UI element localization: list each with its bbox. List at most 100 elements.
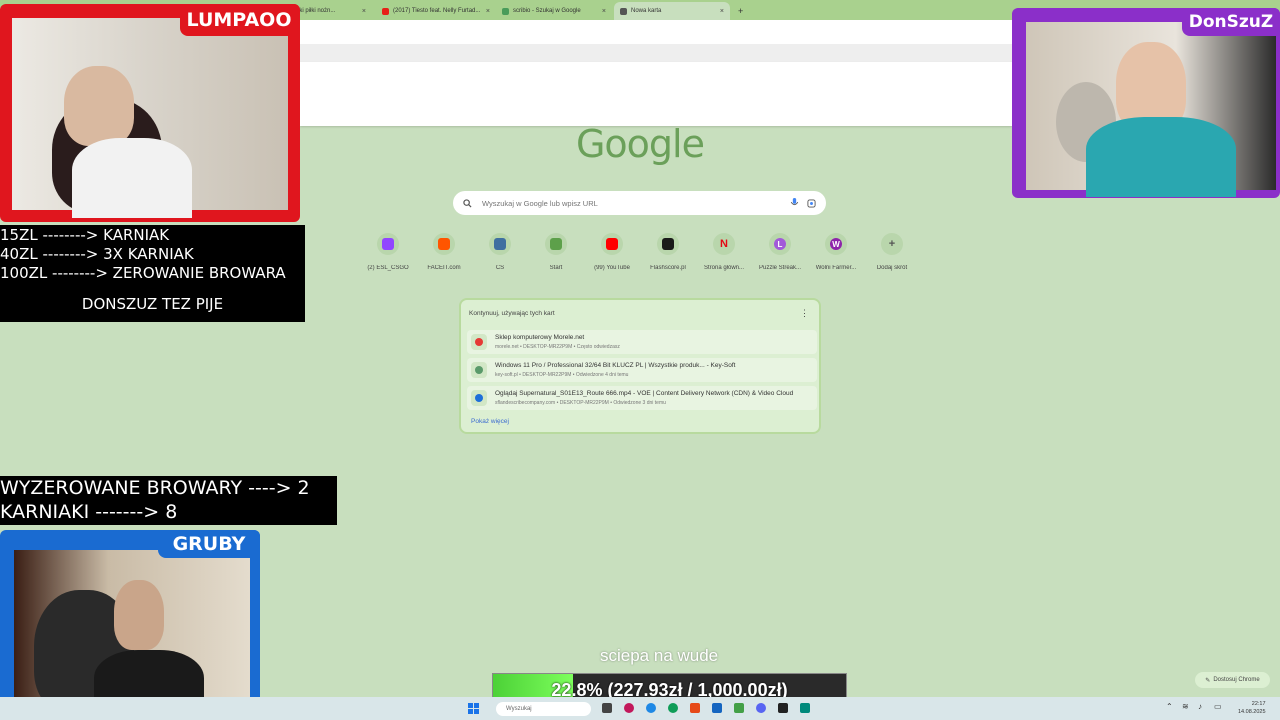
voe-icon — [471, 390, 487, 406]
windows-start-icon[interactable] — [468, 703, 479, 714]
webcam-feed — [1026, 22, 1276, 197]
app-icon[interactable] — [624, 703, 634, 713]
continue-item-title: Sklep komputerowy Morele.net — [495, 334, 585, 341]
continue-header: Kontynuuj, używając tych kart — [469, 310, 555, 317]
chrome-icon[interactable] — [668, 703, 678, 713]
shortcut-tile[interactable]: + Dodaj skrót — [864, 233, 920, 271]
search-icon — [463, 198, 472, 208]
person-body — [72, 138, 192, 218]
mic-icon[interactable] — [790, 198, 799, 208]
store-icon[interactable] — [712, 703, 722, 713]
start-icon — [550, 238, 562, 250]
devtools-panel — [300, 62, 1012, 126]
search-box[interactable] — [453, 191, 826, 215]
browser-tab[interactable]: (2017) Tiesto feat. Nelly Furtad... × — [376, 2, 496, 20]
browser-toolbar — [300, 20, 1012, 44]
shortcut-tile[interactable]: (99) YouTube — [584, 233, 640, 271]
tray-chevron-icon[interactable]: ⌃ — [1166, 702, 1173, 711]
keysoft-icon — [471, 362, 487, 378]
person-head — [64, 66, 134, 146]
shortcut-icon-circle — [489, 233, 511, 255]
app-icon[interactable] — [690, 703, 700, 713]
show-more-link[interactable]: Pokaż więcej — [471, 418, 509, 425]
task-view-icon[interactable] — [602, 703, 612, 713]
taskbar-search[interactable]: Wyszukaj — [496, 702, 591, 716]
shortcut-label: Start — [549, 265, 563, 271]
continue-card: Kontynuuj, używając tych kart ⋮ Sklep ko… — [459, 298, 821, 434]
edge-icon[interactable] — [646, 703, 656, 713]
shortcut-icon-circle: W — [825, 233, 847, 255]
shortcut-tile[interactable]: CS — [472, 233, 528, 271]
customize-chrome-button[interactable]: ✎ Dostosuj Chrome — [1195, 672, 1270, 688]
price-item: 100ZL --------> ZEROWANIE BROWARA — [0, 264, 286, 282]
close-tab-icon[interactable]: × — [486, 8, 490, 15]
browser-tab[interactable]: scribio - Szukaj w Google × — [496, 2, 612, 20]
shortcut-tile[interactable]: Start — [528, 233, 584, 271]
volume-icon[interactable]: ♪ — [1198, 702, 1202, 711]
continue-item[interactable]: Sklep komputerowy Morele.net morele.net •… — [467, 330, 817, 354]
network-icon[interactable]: ≋ — [1182, 702, 1189, 711]
app-icon[interactable] — [800, 703, 810, 713]
shortcut-label: (99) YouTube — [594, 265, 630, 271]
webcam-feed — [12, 18, 288, 218]
continue-item[interactable]: Windows 11 Pro / Professional 32/64 Bit … — [467, 358, 817, 382]
netflix-icon: N — [720, 238, 728, 250]
discord-icon[interactable] — [756, 703, 766, 713]
shortcut-tile[interactable]: Flashscore.pl — [640, 233, 696, 271]
new-tab-button[interactable]: + — [732, 2, 750, 20]
shortcut-label: Dodaj skrót — [876, 265, 908, 271]
clock[interactable]: 22:17 14.08.2025 — [1238, 700, 1266, 716]
browser-tab[interactable]: Nowa karta × — [614, 2, 730, 20]
shortcut-label: CS — [495, 265, 505, 271]
close-tab-icon[interactable]: × — [720, 8, 724, 15]
shortcut-label: Flashscore.pl — [650, 265, 686, 271]
shortcut-tile[interactable]: FACEIT.com — [416, 233, 472, 271]
price-item: 15ZL --------> KARNIAK — [0, 226, 170, 244]
clock-date: 14.08.2025 — [1238, 709, 1266, 715]
shortcut-icon-circle — [545, 233, 567, 255]
clock-time: 22:17 — [1251, 701, 1266, 707]
shortcut-label: Puzzle Streak... — [758, 265, 802, 271]
person-head — [114, 580, 164, 650]
continue-item-title: Oglądaj Supernatural_S01E13_Route 666.mp… — [495, 390, 794, 397]
price-note: DONSZUZ TEZ PIJE — [81, 295, 224, 313]
taskbar: Wyszukaj ⌃ ≋ ♪ ▭ 22:17 14.08.2025 — [0, 697, 1280, 720]
continue-item-meta: sflandescribecompany.com • DESKTOP-MR22P… — [495, 400, 666, 406]
shortcut-tile[interactable]: (2) ESL_CSGO — [360, 233, 416, 271]
app-icon[interactable] — [778, 703, 788, 713]
webcam-lumpaoo: LUMPAOO — [0, 4, 300, 222]
shortcut-tile[interactable]: L Puzzle Streak... — [752, 233, 808, 271]
plus-icon: + — [888, 238, 896, 250]
shortcut-tile[interactable]: W Wolni Farmer... — [808, 233, 864, 271]
app-icon[interactable] — [734, 703, 744, 713]
counter-item: KARNIAKI -------> 8 — [0, 501, 178, 523]
close-tab-icon[interactable]: × — [362, 8, 366, 15]
continue-item-title: Windows 11 Pro / Professional 32/64 Bit … — [495, 362, 736, 369]
cam-name-tag: DonSzuZ — [1182, 8, 1280, 36]
farmer-icon: W — [830, 238, 842, 250]
search-input[interactable] — [480, 197, 790, 209]
webcam-feed — [14, 550, 250, 720]
battery-icon[interactable]: ▭ — [1214, 702, 1222, 711]
shortcut-label: Wolni Farmer... — [815, 265, 857, 271]
continue-item[interactable]: Oglądaj Supernatural_S01E13_Route 666.mp… — [467, 386, 817, 410]
favicon-dot — [475, 394, 483, 402]
google-icon — [502, 7, 509, 15]
close-tab-icon[interactable]: × — [602, 8, 606, 15]
shortcut-tile[interactable]: N Strona główn... — [696, 233, 752, 271]
pencil-icon: ✎ — [1205, 677, 1211, 684]
continue-item-meta: key-soft.pl • DESKTOP-MR22P9M • Odwiedzo… — [495, 372, 629, 378]
more-options-icon[interactable]: ⋮ — [800, 308, 809, 319]
webcam-donszuz: DonSzuZ — [1012, 8, 1280, 198]
twitch-icon — [382, 238, 394, 250]
favicon-dot — [475, 338, 483, 346]
shortcut-label: Strona główn... — [703, 265, 745, 271]
cam-name-tag: LUMPAOO — [180, 4, 298, 36]
goal-caption: sciepa na wude — [600, 646, 719, 665]
chrome-icon — [620, 7, 627, 15]
flashscore-icon — [662, 238, 674, 250]
camera-search-icon[interactable] — [807, 198, 816, 208]
cam-name-tag: GRUBY — [158, 530, 260, 558]
webcam-gruby: GRUBY — [0, 530, 260, 720]
cs-icon — [494, 238, 506, 250]
